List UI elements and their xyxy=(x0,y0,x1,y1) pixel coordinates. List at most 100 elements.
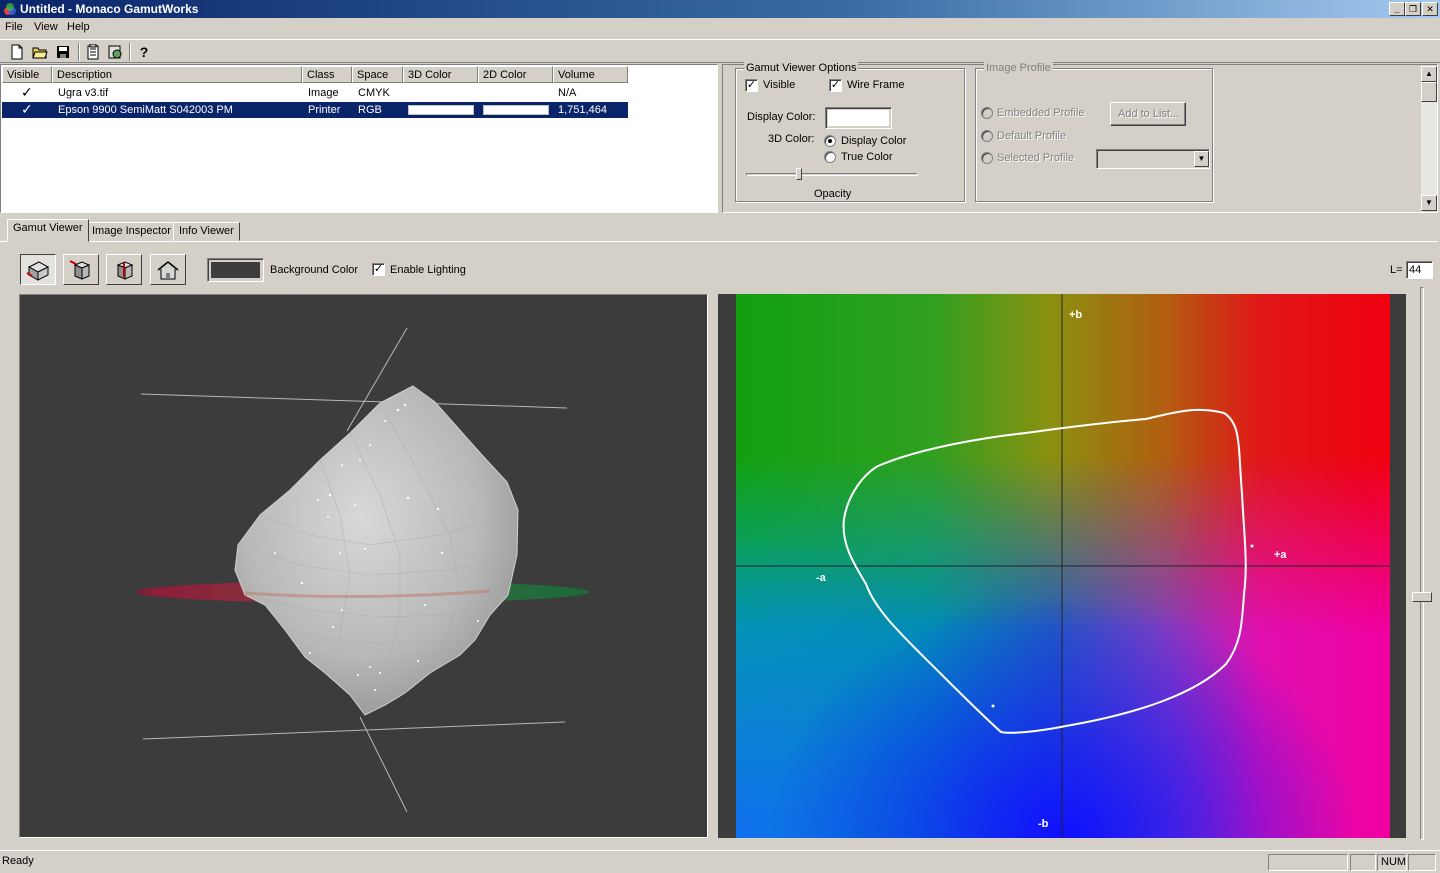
true-color-radio[interactable] xyxy=(824,151,836,163)
scroll-down-icon[interactable]: ▼ xyxy=(1421,195,1437,211)
chevron-down-icon[interactable]: ▼ xyxy=(1194,151,1209,167)
title-bar: Untitled - Monaco GamutWorks _ ❐ ✕ xyxy=(0,0,1440,18)
column-header-class[interactable]: Class xyxy=(302,66,352,83)
display-color-radio[interactable] xyxy=(824,135,836,147)
selected-profile-dropdown[interactable]: ▼ xyxy=(1096,149,1210,169)
column-header-space[interactable]: Space xyxy=(352,66,403,83)
default-profile-label: Default Profile xyxy=(997,130,1067,142)
wire-frame-checkbox[interactable]: ✓ xyxy=(829,79,842,92)
help-button[interactable]: ? xyxy=(134,42,154,62)
ab-plane-canvas xyxy=(736,294,1390,838)
row-2d-color-swatch[interactable] xyxy=(483,105,549,115)
question-mark-icon: ? xyxy=(139,44,149,60)
status-panel xyxy=(1350,854,1376,871)
gamut-3d-view[interactable] xyxy=(19,294,708,838)
background-color-swatch[interactable] xyxy=(207,258,264,282)
embedded-profile-label: Embedded Profile xyxy=(997,107,1085,119)
selected-profile-label: Selected Profile xyxy=(997,152,1075,164)
enable-lighting-checkbox[interactable]: ✓ xyxy=(372,263,385,276)
status-panel xyxy=(1408,854,1436,871)
tab-gamut-viewer[interactable]: Gamut Viewer xyxy=(7,219,89,242)
column-header-description[interactable]: Description xyxy=(52,66,302,83)
background-color-label: Background Color xyxy=(270,264,359,276)
3d-color-label: 3D Color: xyxy=(768,133,815,145)
compare-button[interactable] xyxy=(105,42,125,62)
row-description: Epson 9900 SemiMatt S042003 PM xyxy=(58,104,233,116)
open-file-button[interactable] xyxy=(30,42,50,62)
row-description: Ugra v3.tif xyxy=(58,87,109,99)
opacity-slider-thumb[interactable] xyxy=(796,168,802,180)
l-value-input[interactable]: 44 xyxy=(1406,261,1433,279)
menu-bar: File View Help xyxy=(0,19,1440,38)
table-row[interactable]: ✓ Epson 9900 SemiMatt S042003 PM Printer… xyxy=(2,101,628,118)
column-header-visible[interactable]: Visible xyxy=(2,66,52,83)
opacity-slider-track[interactable] xyxy=(746,173,918,176)
visible-check-icon[interactable]: ✓ xyxy=(21,101,33,118)
tab-image-inspector[interactable]: Image Inspector xyxy=(86,222,177,241)
table-row[interactable]: ✓ Ugra v3.tif Image CMYK N/A xyxy=(2,84,628,101)
minimize-button[interactable]: _ xyxy=(1389,2,1405,16)
scroll-up-icon[interactable]: ▲ xyxy=(1421,66,1437,82)
rotate-view-button[interactable] xyxy=(20,254,56,285)
save-button[interactable] xyxy=(53,42,73,62)
visible-check-icon[interactable]: ✓ xyxy=(21,84,33,101)
home-view-button[interactable] xyxy=(150,254,186,285)
menu-view[interactable]: View xyxy=(34,21,58,33)
row-class: Printer xyxy=(308,104,341,116)
minus-a-label: -a xyxy=(816,572,826,584)
restore-button[interactable]: ❐ xyxy=(1405,2,1421,16)
gamut-viewer-options-group: Gamut Viewer Options ✓ Visible ✓ Wire Fr… xyxy=(735,62,965,202)
visible-checkbox[interactable]: ✓ xyxy=(745,79,758,92)
main-toolbar: ? xyxy=(0,39,1440,63)
row-volume: N/A xyxy=(558,87,577,99)
row-space: CMYK xyxy=(358,87,390,99)
menu-file[interactable]: File xyxy=(5,21,23,33)
gamut-3d-canvas xyxy=(137,327,589,813)
rotate-view-icon xyxy=(26,260,50,281)
new-file-icon xyxy=(11,44,23,60)
display-color-label: Display Color: xyxy=(747,111,816,123)
minus-b-label: -b xyxy=(1038,818,1049,830)
options-scrollbar[interactable]: ▲ ▼ xyxy=(1421,66,1437,211)
tab-bar: Gamut Viewer Image Inspector Info Viewer xyxy=(0,218,1440,244)
group-title: Image Profile xyxy=(984,62,1053,74)
tab-info-viewer[interactable]: Info Viewer xyxy=(173,222,240,241)
menu-help[interactable]: Help xyxy=(67,21,90,33)
wire-frame-label: Wire Frame xyxy=(847,79,905,91)
column-header-2d-color[interactable]: 2D Color xyxy=(478,66,553,83)
new-file-button[interactable] xyxy=(7,42,27,62)
profile-list: Visible Description Class Space 3D Color… xyxy=(0,64,718,213)
row-space: RGB xyxy=(358,104,382,116)
app-icon xyxy=(4,3,16,15)
column-header-volume[interactable]: Volume xyxy=(553,66,628,83)
gear-document-icon xyxy=(108,45,122,59)
cube-view-icon xyxy=(69,259,91,280)
cube-view-button[interactable] xyxy=(63,254,99,285)
default-profile-radio[interactable] xyxy=(981,130,993,142)
l-slider-thumb[interactable] xyxy=(1412,592,1432,602)
gamut-2d-view[interactable]: +b -b +a -a xyxy=(736,294,1390,838)
display-color-swatch[interactable] xyxy=(825,107,892,129)
enable-lighting-label: Enable Lighting xyxy=(390,264,466,276)
add-to-list-button[interactable]: Add to List... xyxy=(1110,102,1186,126)
properties-button[interactable] xyxy=(83,42,103,62)
selected-profile-radio[interactable] xyxy=(981,152,993,164)
plus-b-label: +b xyxy=(1069,309,1083,321)
true-color-option-label: True Color xyxy=(841,151,893,163)
close-button[interactable]: ✕ xyxy=(1422,2,1438,16)
home-view-icon xyxy=(157,260,179,279)
visible-label: Visible xyxy=(763,79,796,91)
l-slider[interactable] xyxy=(1412,287,1432,840)
row-3d-color-swatch[interactable] xyxy=(408,105,474,115)
slice-view-button[interactable] xyxy=(106,254,142,285)
scroll-thumb[interactable] xyxy=(1421,82,1437,102)
embedded-profile-radio[interactable] xyxy=(981,107,993,119)
slice-view-icon xyxy=(116,260,134,280)
row-class: Image xyxy=(308,87,339,99)
display-color-option-label: Display Color xyxy=(841,135,907,147)
status-bar: Ready NUM xyxy=(0,850,1440,873)
column-header-3d-color[interactable]: 3D Color xyxy=(403,66,478,83)
floppy-disk-icon xyxy=(57,46,69,58)
l-value-label: L= xyxy=(1390,264,1403,276)
document-list-icon xyxy=(87,44,99,60)
